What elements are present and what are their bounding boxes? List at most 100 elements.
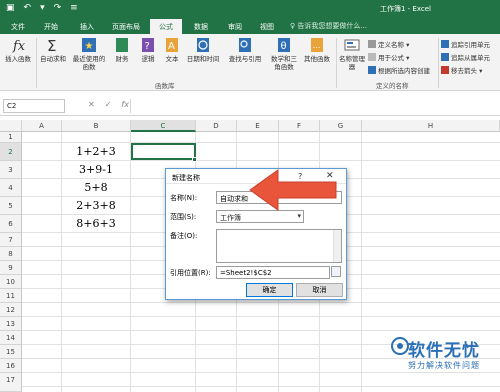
fill-handle[interactable] bbox=[192, 157, 197, 162]
create-from-selection-button[interactable]: 根据所选内容创建 bbox=[368, 65, 430, 75]
column-header-f[interactable]: F bbox=[279, 120, 320, 132]
customize-qat-icon[interactable]: ≡ bbox=[70, 3, 78, 13]
math-trig-button[interactable]: θ 数学和三角函数 bbox=[268, 37, 300, 71]
undo-icon[interactable]: ↶ bbox=[24, 3, 32, 13]
row-header-11[interactable]: 11 bbox=[0, 289, 22, 303]
gridline bbox=[130, 132, 131, 392]
remove-arrows-button[interactable]: 移去箭头 ▾ bbox=[441, 65, 482, 75]
autosum-label: 自动求和 bbox=[40, 55, 66, 63]
range-picker-icon[interactable] bbox=[331, 266, 341, 277]
tab-view[interactable]: 视图 bbox=[252, 19, 282, 34]
redo-icon[interactable]: ↷ bbox=[54, 3, 62, 13]
group-separator bbox=[336, 38, 337, 88]
row-header-14[interactable]: 14 bbox=[0, 331, 22, 345]
row-header-16[interactable]: 16 bbox=[0, 359, 22, 373]
watermark-title: 软件无忧 bbox=[408, 341, 480, 361]
column-header-d[interactable]: D bbox=[196, 120, 237, 132]
comment-scrollbar[interactable] bbox=[333, 230, 341, 262]
tab-file[interactable]: 文件 bbox=[4, 19, 32, 34]
group-separator bbox=[36, 38, 37, 88]
enter-icon[interactable]: ✓ bbox=[105, 100, 112, 109]
tab-insert[interactable]: 插入 bbox=[72, 19, 102, 34]
financial-button[interactable]: 财务 bbox=[111, 37, 133, 63]
tab-home[interactable]: 开始 bbox=[36, 19, 66, 34]
comment-textarea[interactable] bbox=[216, 229, 342, 263]
cell-b2[interactable]: 1+2+3 bbox=[62, 145, 130, 158]
cell-b4[interactable]: 5+8 bbox=[62, 181, 130, 194]
row-header-15[interactable]: 15 bbox=[0, 345, 22, 359]
logical-label: 逻辑 bbox=[141, 55, 155, 63]
row-header-7[interactable]: 7 bbox=[0, 233, 22, 247]
watermark: 软件无忧 努力解决软件问题 bbox=[390, 336, 498, 388]
ok-button[interactable]: 确定 bbox=[246, 283, 293, 297]
lookup-book-icon bbox=[239, 38, 251, 52]
select-all-corner[interactable] bbox=[0, 120, 22, 132]
group-separator bbox=[438, 38, 439, 88]
undo-dropdown-icon[interactable]: ▾ bbox=[40, 3, 45, 13]
lookup-button[interactable]: 查找与引用 bbox=[224, 37, 266, 63]
column-header-c[interactable]: C bbox=[131, 120, 196, 132]
row-header-3[interactable]: 3 bbox=[0, 161, 22, 179]
tab-review[interactable]: 审阅 bbox=[220, 19, 250, 34]
refers-to-label: 引用位置(R): bbox=[170, 269, 211, 277]
row-header-17[interactable]: 17 bbox=[0, 373, 22, 392]
tag-icon bbox=[368, 40, 376, 48]
svg-text:fx: fx bbox=[12, 39, 26, 53]
gridline bbox=[22, 160, 500, 161]
clock-book-icon bbox=[197, 38, 209, 52]
row-header-2[interactable]: 2 bbox=[0, 143, 22, 161]
use-in-formula-button[interactable]: 用于公式 ▾ bbox=[368, 52, 409, 62]
cell-b3[interactable]: 3+9-1 bbox=[62, 163, 130, 176]
cell-b6[interactable]: 8+6+3 bbox=[62, 217, 130, 230]
svg-text:A: A bbox=[168, 41, 175, 52]
scope-value: 工作簿 bbox=[220, 214, 241, 222]
more-functions-button[interactable]: … 其他函数 bbox=[302, 37, 332, 63]
trace-precedents-label: 追踪引用单元 bbox=[451, 41, 490, 49]
column-header-b[interactable]: B bbox=[62, 120, 131, 132]
define-name-button[interactable]: 定义名称 ▾ bbox=[368, 39, 409, 49]
row-header-6[interactable]: 6 bbox=[0, 215, 22, 233]
recent-functions-button[interactable]: ★ 最近使用的函数 bbox=[70, 37, 108, 71]
tab-data[interactable]: 数据 bbox=[186, 19, 216, 34]
watermark-subtitle: 努力解决软件问题 bbox=[408, 361, 480, 370]
row-header-10[interactable]: 10 bbox=[0, 275, 22, 289]
row-header-4[interactable]: 4 bbox=[0, 179, 22, 197]
row-header-8[interactable]: 8 bbox=[0, 247, 22, 261]
star-icon: ★ bbox=[82, 38, 96, 52]
tab-page-layout[interactable]: 页面布局 bbox=[106, 19, 146, 34]
formula-input[interactable] bbox=[130, 99, 496, 113]
name-box[interactable]: C2 bbox=[3, 99, 65, 113]
column-header-e[interactable]: E bbox=[237, 120, 279, 132]
row-header-1[interactable]: 1 bbox=[0, 132, 22, 143]
autosum-button[interactable]: Σ 自动求和 bbox=[38, 37, 68, 63]
svg-text:★: ★ bbox=[85, 41, 94, 52]
cancel-icon[interactable]: ✕ bbox=[88, 100, 95, 109]
row-header-13[interactable]: 13 bbox=[0, 317, 22, 331]
name-manager-button[interactable]: 名称管理器 bbox=[338, 37, 366, 71]
row-header-9[interactable]: 9 bbox=[0, 261, 22, 275]
row-header-5[interactable]: 5 bbox=[0, 197, 22, 215]
text-button[interactable]: A 文本 bbox=[161, 37, 183, 63]
column-header-a[interactable]: A bbox=[22, 120, 62, 132]
fx-icon[interactable]: fx bbox=[121, 100, 129, 109]
save-icon[interactable]: ▣ bbox=[6, 3, 15, 13]
function-icon: fx bbox=[12, 39, 26, 53]
tell-me-search[interactable]: ♀ 告诉我您想要做什么... bbox=[290, 21, 367, 31]
cancel-button[interactable]: 取消 bbox=[296, 283, 343, 297]
comment-label: 备注(O): bbox=[170, 232, 198, 240]
trace-dependents-button[interactable]: 追踪从属单元 bbox=[441, 52, 490, 62]
row-header-12[interactable]: 12 bbox=[0, 303, 22, 317]
column-header-h[interactable]: H bbox=[362, 120, 500, 132]
insert-function-button[interactable]: fx 插入函数 bbox=[3, 37, 33, 63]
column-header-g[interactable]: G bbox=[320, 120, 362, 132]
cell-b5[interactable]: 2+3+8 bbox=[62, 199, 130, 212]
logical-button[interactable]: ? 逻辑 bbox=[137, 37, 159, 63]
trace-precedents-button[interactable]: 追踪引用单元 bbox=[441, 39, 490, 49]
tab-formulas[interactable]: 公式 bbox=[150, 19, 182, 34]
refers-to-input[interactable]: =Sheet2!$C$2 bbox=[216, 266, 330, 279]
datetime-button[interactable]: 日期和时间 bbox=[185, 37, 221, 63]
selected-cell-c2[interactable] bbox=[131, 143, 196, 160]
chevron-down-icon: ▾ bbox=[297, 212, 301, 220]
quick-access-toolbar: ▣ ↶ ▾ ↷ ≡ bbox=[6, 3, 78, 13]
book-icon bbox=[116, 38, 128, 52]
